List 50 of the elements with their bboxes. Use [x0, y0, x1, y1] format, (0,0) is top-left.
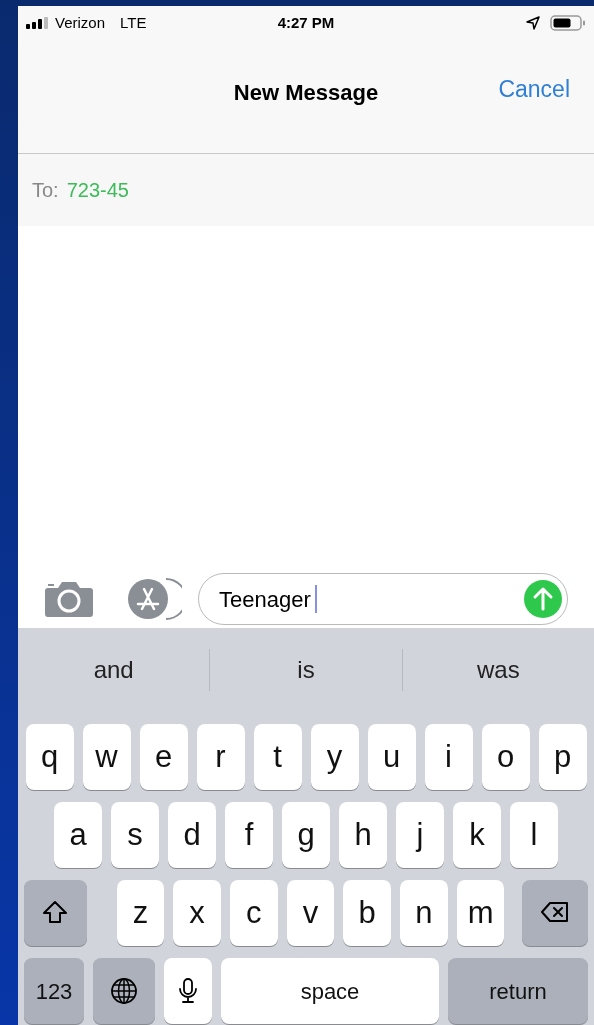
- cancel-button[interactable]: Cancel: [498, 72, 570, 107]
- suggestion-item[interactable]: was: [402, 652, 594, 688]
- letter-key[interactable]: o: [481, 724, 530, 790]
- battery-icon: [550, 15, 586, 31]
- letter-key[interactable]: d: [168, 802, 216, 868]
- network-type: LTE: [120, 12, 147, 33]
- letter-key[interactable]: m: [456, 880, 505, 946]
- numbers-key[interactable]: 123: [24, 958, 84, 1024]
- letter-key[interactable]: x: [173, 880, 221, 946]
- carrier-name: Verizon: [55, 12, 106, 33]
- space-key[interactable]: space: [221, 958, 439, 1024]
- signal-icon: [26, 17, 50, 29]
- return-key[interactable]: return: [448, 958, 588, 1024]
- to-label: To:: [32, 178, 59, 203]
- letter-key[interactable]: e: [139, 724, 188, 790]
- letter-key[interactable]: a: [54, 802, 102, 868]
- letter-key[interactable]: p: [538, 724, 587, 790]
- letter-key[interactable]: l: [510, 802, 558, 868]
- suggestion-item[interactable]: and: [18, 652, 210, 688]
- camera-icon[interactable]: [44, 580, 94, 618]
- text-cursor: [314, 585, 317, 613]
- delete-key[interactable]: [522, 880, 589, 946]
- letter-key[interactable]: r: [196, 724, 245, 790]
- status-time: 4:27 PM: [277, 12, 335, 33]
- letter-key[interactable]: n: [400, 880, 448, 946]
- letter-key[interactable]: u: [367, 724, 416, 790]
- letter-key[interactable]: z: [116, 880, 165, 946]
- dictation-key[interactable]: [164, 958, 212, 1024]
- nav-title: New Message: [233, 79, 379, 107]
- letter-key[interactable]: h: [339, 802, 387, 868]
- letter-key[interactable]: v: [286, 880, 335, 946]
- letter-key[interactable]: q: [25, 724, 74, 790]
- letter-key[interactable]: w: [82, 724, 131, 790]
- letter-key[interactable]: j: [396, 802, 444, 868]
- letter-key[interactable]: s: [111, 802, 159, 868]
- letter-key[interactable]: i: [424, 724, 473, 790]
- message-text: Teenager: [219, 585, 311, 614]
- location-arrow-icon: [526, 16, 540, 30]
- letter-key[interactable]: f: [225, 802, 273, 868]
- suggestion-item[interactable]: is: [210, 652, 402, 688]
- letter-key[interactable]: k: [453, 802, 501, 868]
- globe-icon: [110, 977, 138, 1005]
- letter-key[interactable]: y: [310, 724, 359, 790]
- letter-key[interactable]: g: [282, 802, 330, 868]
- letter-key[interactable]: t: [253, 724, 302, 790]
- letter-key[interactable]: c: [229, 880, 278, 946]
- letter-key[interactable]: b: [343, 880, 392, 946]
- shift-key[interactable]: [24, 880, 87, 946]
- globe-key[interactable]: [93, 958, 155, 1024]
- app-store-icon[interactable]: [126, 577, 182, 621]
